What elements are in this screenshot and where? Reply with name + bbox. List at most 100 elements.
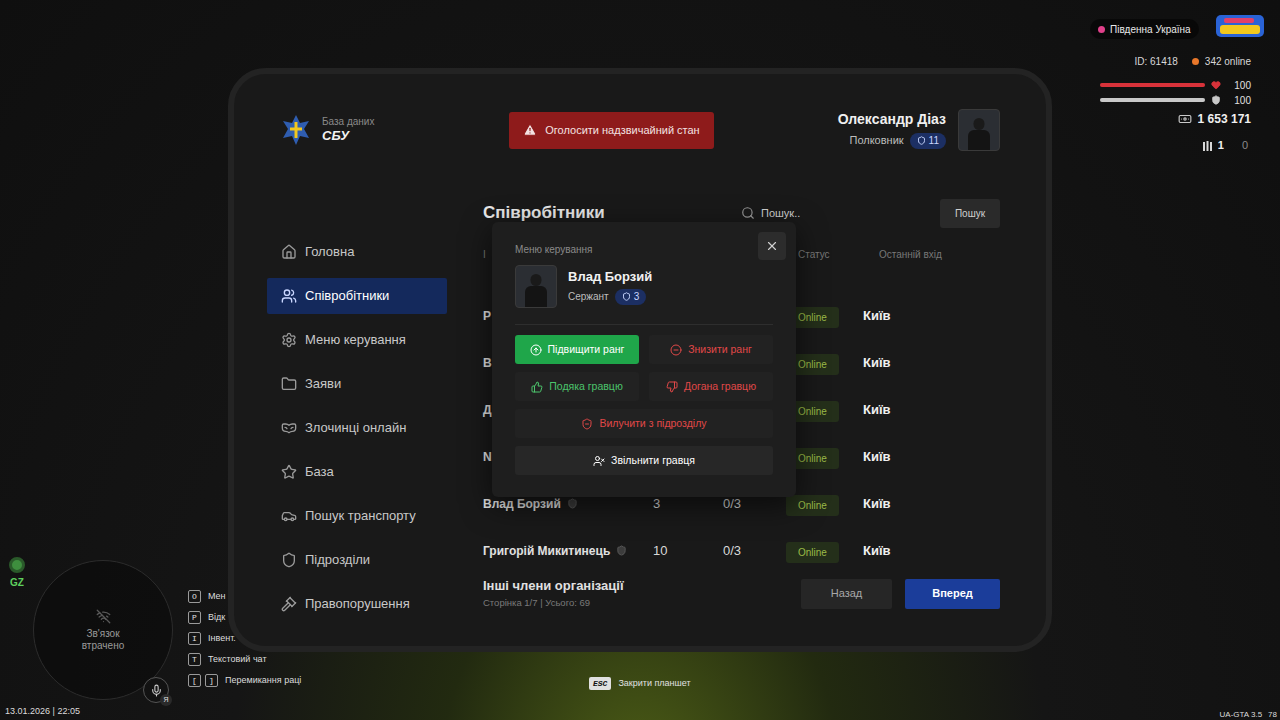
action-button[interactable]: Звільнити гравця: [515, 446, 773, 475]
shield-icon: [281, 552, 297, 568]
warning-icon: [523, 123, 537, 137]
key-hint: PВідк: [188, 611, 301, 624]
thumbs-down-icon: [666, 381, 678, 393]
member-card: Влад БорзийСержант3: [515, 265, 773, 308]
key-cap: T: [188, 653, 201, 666]
ammo: 10: [1203, 137, 1248, 154]
key-cap: P: [188, 611, 201, 624]
sidebar-item[interactable]: Головна: [267, 234, 447, 270]
key-hint: IІнвент.: [188, 632, 301, 645]
server-logo-icon: [1214, 12, 1266, 40]
thumbs-up-icon: [531, 381, 543, 393]
action-button[interactable]: Вилучити з підрозділу: [515, 409, 773, 438]
car-icon: [281, 508, 297, 524]
key-cap: I: [188, 632, 201, 645]
sidebar-item[interactable]: Злочинці онлайн: [267, 410, 447, 446]
profile: Олександр ДіазПолковник11: [714, 109, 1000, 151]
home-icon: [281, 244, 297, 260]
key-cap: ]: [205, 674, 218, 687]
tablet: База данихСБУОголосити надзвичайний стан…: [228, 68, 1052, 652]
mask-icon: [281, 420, 297, 436]
rank-badge: 11: [910, 133, 946, 149]
back-button[interactable]: Назад: [801, 579, 892, 609]
key-cap: ESC: [589, 677, 611, 690]
search-field[interactable]: [741, 205, 930, 222]
health-bar: [1100, 83, 1205, 87]
close-icon: [765, 239, 779, 253]
divider: [515, 324, 773, 325]
folder-icon: [281, 376, 297, 392]
key-hints: OМен PВідк IІнвент. TТекстовий чат []Перемик…: [188, 590, 301, 687]
key-hint: TТекстовий чат: [188, 653, 301, 666]
shield-minus-icon: [581, 418, 593, 430]
avatar: [515, 265, 557, 308]
action-grid: Підвищити ранг Знизити ранг Подяка гравцю Д…: [515, 335, 773, 475]
money-row: 1 653 171: [1100, 110, 1251, 128]
region-badge: Південна Україна: [1090, 19, 1199, 39]
voice-button[interactable]: Я: [143, 677, 169, 703]
shield-icon: [616, 545, 627, 556]
tablet-header: База данихСБУОголосити надзвичайний стан…: [267, 108, 1000, 152]
content: СпівробітникиПошукІСтатусОстанній вхідРO…: [483, 198, 1000, 646]
shield-icon: [917, 136, 926, 145]
sidebar-item[interactable]: Правопорушення: [267, 586, 447, 622]
action-button[interactable]: Підвищити ранг: [515, 335, 639, 364]
rank-badge: 3: [615, 289, 647, 305]
users-icon: [281, 288, 297, 304]
status-badge: Online: [786, 542, 839, 563]
wifi-off-icon: [96, 609, 111, 624]
sidebar-item[interactable]: База: [267, 454, 447, 490]
game-screen: Південна УкраїнаID: 61418342 online10010…: [0, 0, 1280, 720]
zone-indicator: GZ: [9, 557, 25, 590]
emergency-button[interactable]: Оголосити надзвичайний стан: [509, 112, 714, 149]
action-button[interactable]: Подяка гравцю: [515, 372, 639, 401]
key-hint: []Перемикання раці: [188, 674, 301, 687]
online-dot: [1192, 58, 1199, 65]
minus-icon: [670, 344, 682, 356]
money-icon: [1178, 112, 1192, 126]
close-button[interactable]: [758, 232, 786, 260]
key-hint: OМен: [188, 590, 301, 603]
avatar: [958, 109, 1000, 151]
shield-icon: [622, 292, 631, 301]
armor-icon: [1211, 95, 1221, 105]
next-button[interactable]: Вперед: [905, 579, 1000, 609]
bullets-icon: [1203, 140, 1212, 151]
sbu-emblem-icon: [282, 115, 310, 145]
region-dot: [1098, 26, 1105, 33]
armor-bar: [1100, 98, 1205, 102]
tablet-body: Головна Співробітники Меню керування Заяви З…: [267, 198, 1000, 646]
logo: База данихСБУ: [267, 115, 509, 145]
arrow-up-icon: [530, 344, 542, 356]
action-button[interactable]: Догана гравцю: [649, 372, 773, 401]
sidebar-item[interactable]: Заяви: [267, 366, 447, 402]
sidebar-item[interactable]: Співробітники: [267, 278, 447, 314]
armor-row: 100: [1100, 94, 1251, 106]
key-cap: O: [188, 590, 201, 603]
search-input[interactable]: [761, 205, 930, 222]
datetime: 13.01.2026 | 22:05: [5, 705, 80, 719]
search-icon: [741, 206, 755, 220]
user-remove-icon: [593, 455, 605, 467]
status-badge: Online: [786, 495, 839, 516]
microphone-icon: [150, 684, 163, 697]
version: UA-GTA 3.578: [1220, 709, 1277, 720]
heart-icon: [1211, 80, 1221, 90]
sidebar-item[interactable]: Меню керування: [267, 322, 447, 358]
gear-icon: [281, 332, 297, 348]
close-hint: ESCЗакрити планшет: [589, 677, 691, 691]
gavel-icon: [281, 596, 297, 612]
key-cap: [: [188, 674, 201, 687]
voice-badge: Я: [160, 694, 172, 706]
sidebar-item[interactable]: Пошук транспорту: [267, 498, 447, 534]
sidebar-item[interactable]: Підрозділи: [267, 542, 447, 578]
vitals: 100 100 1 653 171: [1100, 79, 1251, 128]
zone-dot: [9, 557, 25, 573]
star-icon: [281, 464, 297, 480]
manage-modal: Меню керуванняВлад БорзийСержант3Підвищи…: [492, 222, 796, 497]
action-button[interactable]: Знизити ранг: [649, 335, 773, 364]
search-button[interactable]: Пошук: [940, 199, 1000, 228]
table-row[interactable]: Григорій Микитинець100/3OnlineКиїв: [483, 527, 1000, 574]
shield-icon: [567, 498, 578, 509]
health-row: 100: [1100, 79, 1251, 91]
